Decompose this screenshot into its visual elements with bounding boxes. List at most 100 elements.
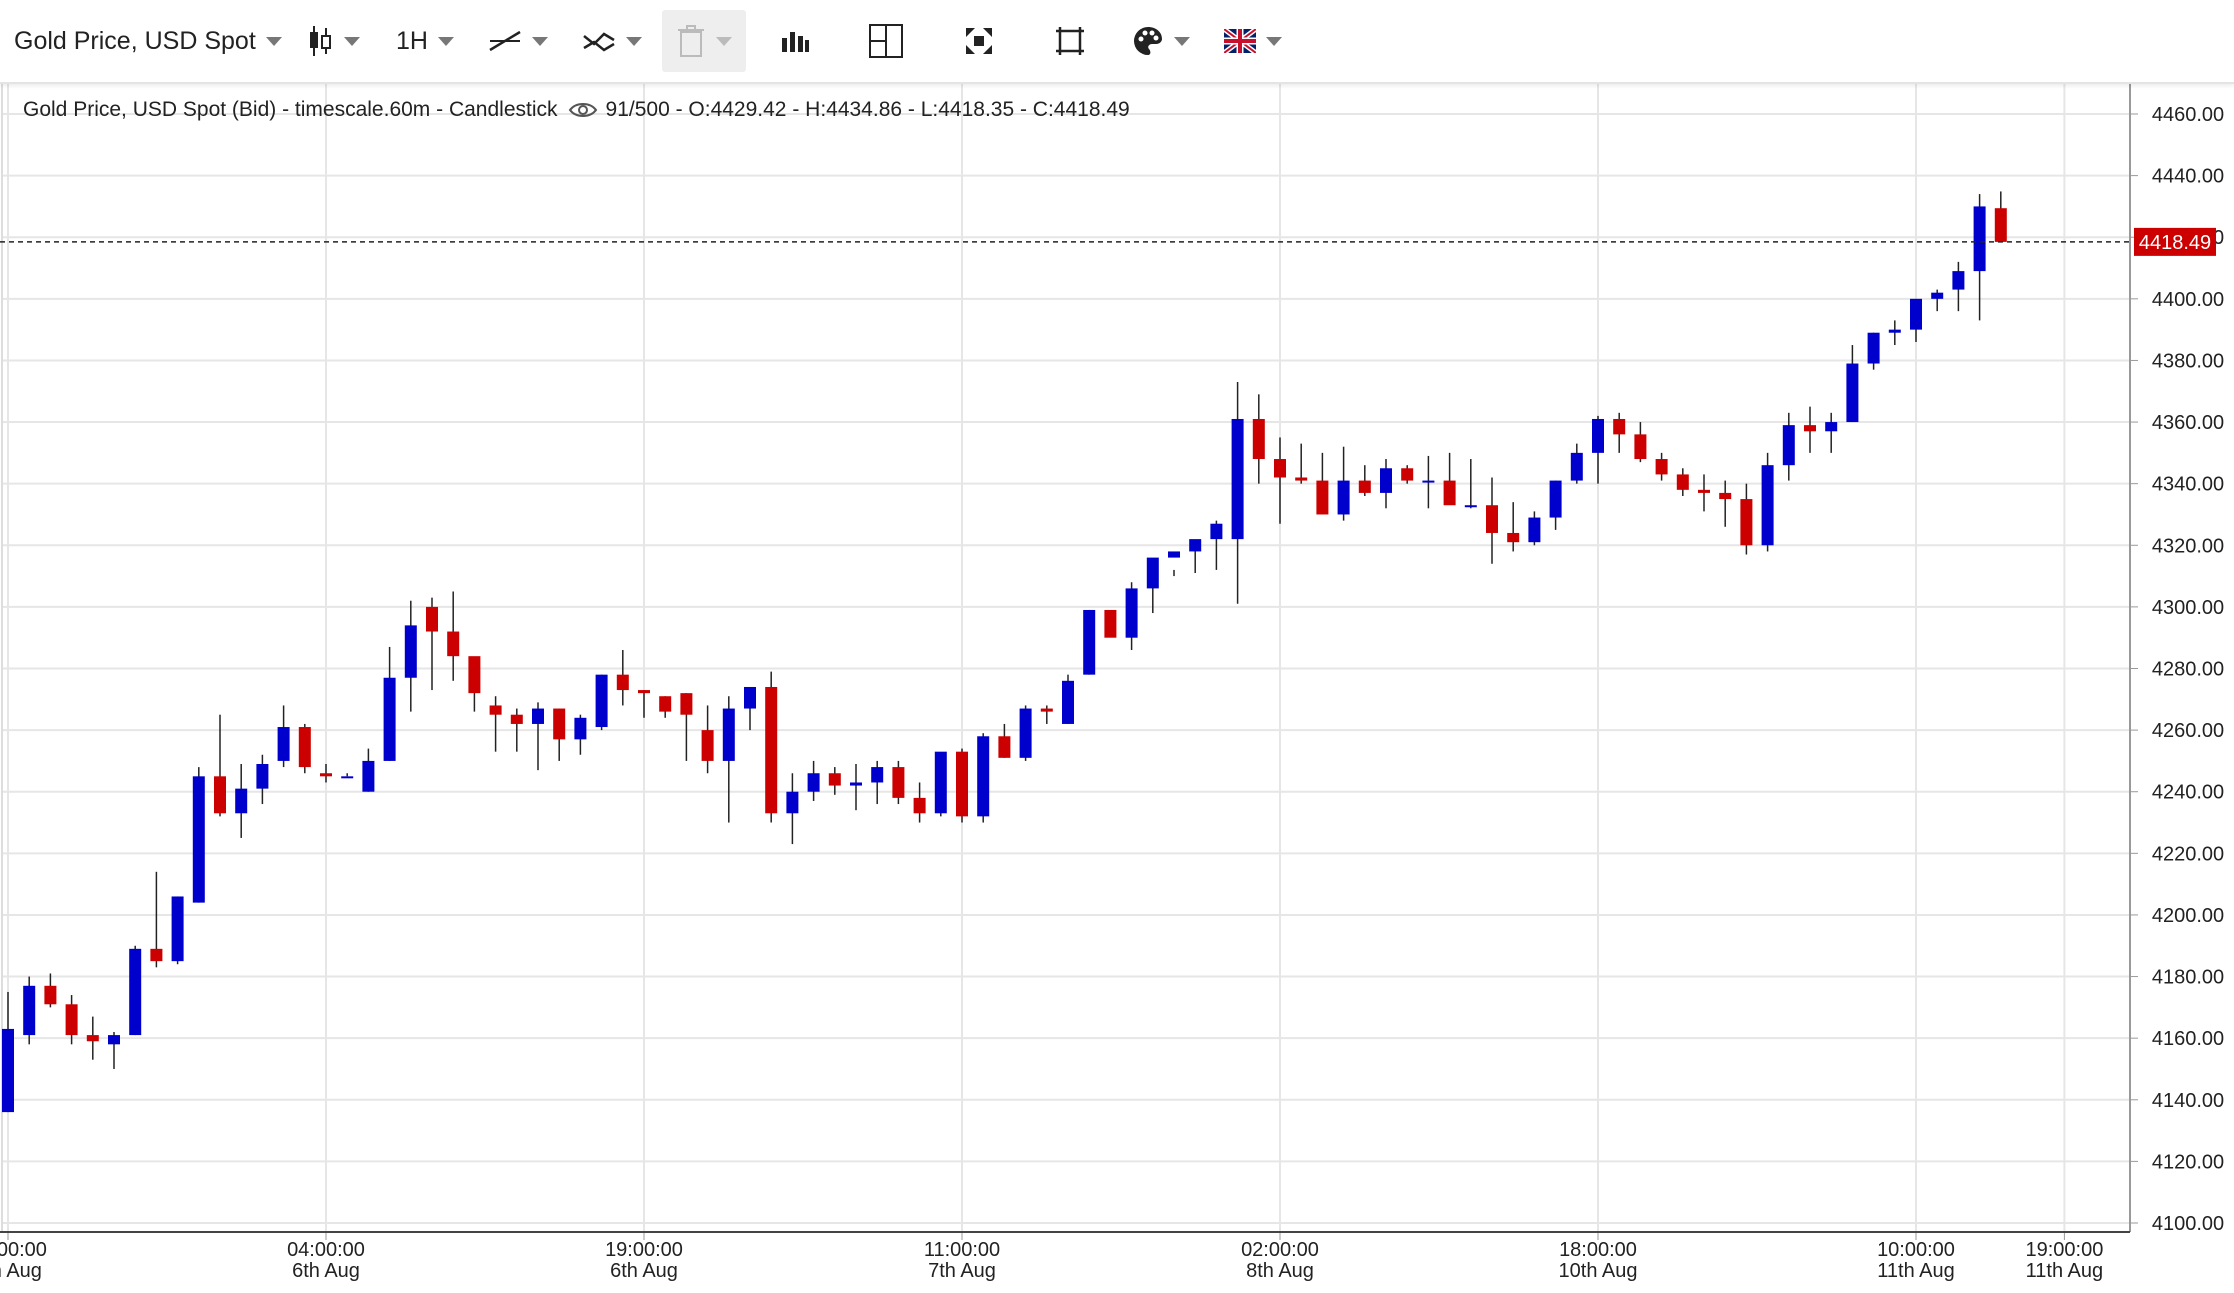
candle-body (86, 1035, 99, 1042)
candle-body (1337, 480, 1350, 515)
timeframe-label: 1H (396, 26, 428, 55)
candle-body (1592, 418, 1604, 453)
candle-body (129, 948, 142, 1036)
date-tick-label: 11th Aug (2026, 1260, 2103, 1282)
volume-button[interactable] (780, 10, 810, 72)
chart-legend: Gold Price, USD Spot (Bid) - timescale.6… (23, 98, 1130, 122)
candle-body (1952, 271, 1965, 290)
candle-body (277, 727, 290, 761)
current-price-line: 4418.49 (0, 227, 2216, 256)
candle-body (23, 985, 36, 1036)
candle-body (383, 677, 396, 761)
candle-body (1676, 474, 1689, 490)
price-tick-label: 4380.00 (2152, 350, 2224, 372)
chevron-down-icon (626, 36, 642, 46)
legend-ohlc: 91/500 - O:4429.42 - H:4434.86 - L:4418.… (605, 98, 1130, 121)
fit-icon (1056, 27, 1084, 55)
candle-body (1867, 332, 1880, 364)
eye-icon[interactable] (568, 100, 598, 120)
time-axis[interactable]: 13:00:005th Aug04:00:006th Aug19:00:006t… (0, 1231, 2130, 1282)
candle-body (1295, 477, 1308, 481)
candle-body (701, 730, 714, 761)
candle-body (426, 606, 438, 632)
timeframe-button[interactable]: 1H (396, 10, 454, 72)
chart-type-button[interactable] (306, 10, 360, 72)
crosshair-icon (869, 24, 903, 58)
candle-body (595, 674, 608, 728)
candle-body (659, 696, 672, 712)
candle-body (1655, 459, 1668, 475)
price-tick-label: 4460.00 (2152, 104, 2224, 126)
candle-body (1125, 588, 1138, 638)
date-tick-label: 5th Aug (0, 1260, 42, 1282)
candle-body (150, 948, 163, 962)
candle-body (1973, 206, 1986, 272)
volume-bars-icon (782, 32, 809, 52)
candle-body (1401, 468, 1414, 481)
symbol-selector[interactable]: Gold Price, USD Spot (14, 10, 282, 72)
language-button[interactable] (1224, 10, 1282, 72)
indicator-icon (583, 32, 615, 52)
candle-body (1634, 434, 1647, 460)
fit-chart-button[interactable] (1054, 10, 1086, 72)
toolbar: Gold Price, USD Spot 1H (0, 0, 2234, 84)
legend-title: Gold Price, USD Spot (Bid) - timescale.6… (23, 98, 558, 121)
candle-body (1507, 532, 1520, 543)
candle-body (1486, 505, 1498, 533)
candle-body (892, 767, 905, 798)
candle-body (913, 797, 926, 814)
symbol-name: Gold Price, USD Spot (14, 26, 256, 55)
candle-body (298, 727, 311, 768)
candle-body (1231, 418, 1244, 540)
candle-body (1719, 492, 1732, 500)
candle-body (1846, 363, 1859, 423)
price-tick-label: 4140.00 (2152, 1090, 2224, 1112)
crosshair-button[interactable] (868, 10, 904, 72)
drawing-tools-button[interactable] (488, 10, 548, 72)
time-tick-label: 10:00:00 (1877, 1239, 1955, 1261)
trendline-icon (489, 30, 521, 52)
indicators-button[interactable] (582, 10, 642, 72)
date-tick-label: 6th Aug (292, 1260, 360, 1282)
time-tick-label: 18:00:00 (1559, 1239, 1637, 1261)
candle-body (871, 767, 884, 783)
candle-body (1274, 459, 1286, 478)
theme-button[interactable] (1132, 10, 1190, 72)
candle-body (1910, 298, 1922, 330)
candle-body (1104, 609, 1117, 638)
candle-body (532, 708, 544, 724)
candle-body (447, 631, 460, 657)
time-tick-label: 19:00:00 (2025, 1239, 2103, 1261)
candle-body (44, 985, 57, 1005)
date-tick-label: 8th Aug (1246, 1260, 1314, 1282)
chevron-down-icon (265, 36, 282, 46)
candle-body (1422, 480, 1435, 483)
trash-icon (678, 25, 704, 57)
candle-body (807, 773, 820, 792)
chevron-down-icon (1174, 36, 1190, 46)
candle-body (510, 714, 523, 724)
candle-body (934, 751, 947, 814)
candle-body (1613, 418, 1626, 435)
chevron-down-icon (1266, 36, 1282, 46)
candle-body (616, 674, 629, 691)
candle-body (680, 693, 693, 715)
candle-body (65, 1004, 78, 1036)
candle-body (553, 708, 566, 740)
price-tick-label: 4440.00 (2152, 166, 2224, 188)
price-tick-label: 4340.00 (2152, 474, 2224, 496)
delete-drawings-button[interactable] (662, 10, 746, 72)
price-chart[interactable]: 4100.00 4120.00 4140.00 4160.00 4180.00 4200.… (0, 82, 2234, 1288)
price-tick-label: 4180.00 (2152, 967, 2224, 989)
candle-body (1019, 708, 1032, 758)
chart-area[interactable]: Gold Price, USD Spot (Bid) - timescale.6… (0, 82, 2234, 1288)
chevron-down-icon (716, 36, 732, 46)
fullscreen-button[interactable] (964, 10, 994, 72)
grid-lines (1, 82, 2130, 1232)
price-tick-label: 4240.00 (2152, 782, 2224, 804)
candle-body (1146, 557, 1159, 589)
candle-body (404, 625, 417, 678)
price-tick-label: 4280.00 (2152, 659, 2224, 681)
candle-body (956, 751, 968, 817)
chevron-down-icon (437, 36, 454, 46)
